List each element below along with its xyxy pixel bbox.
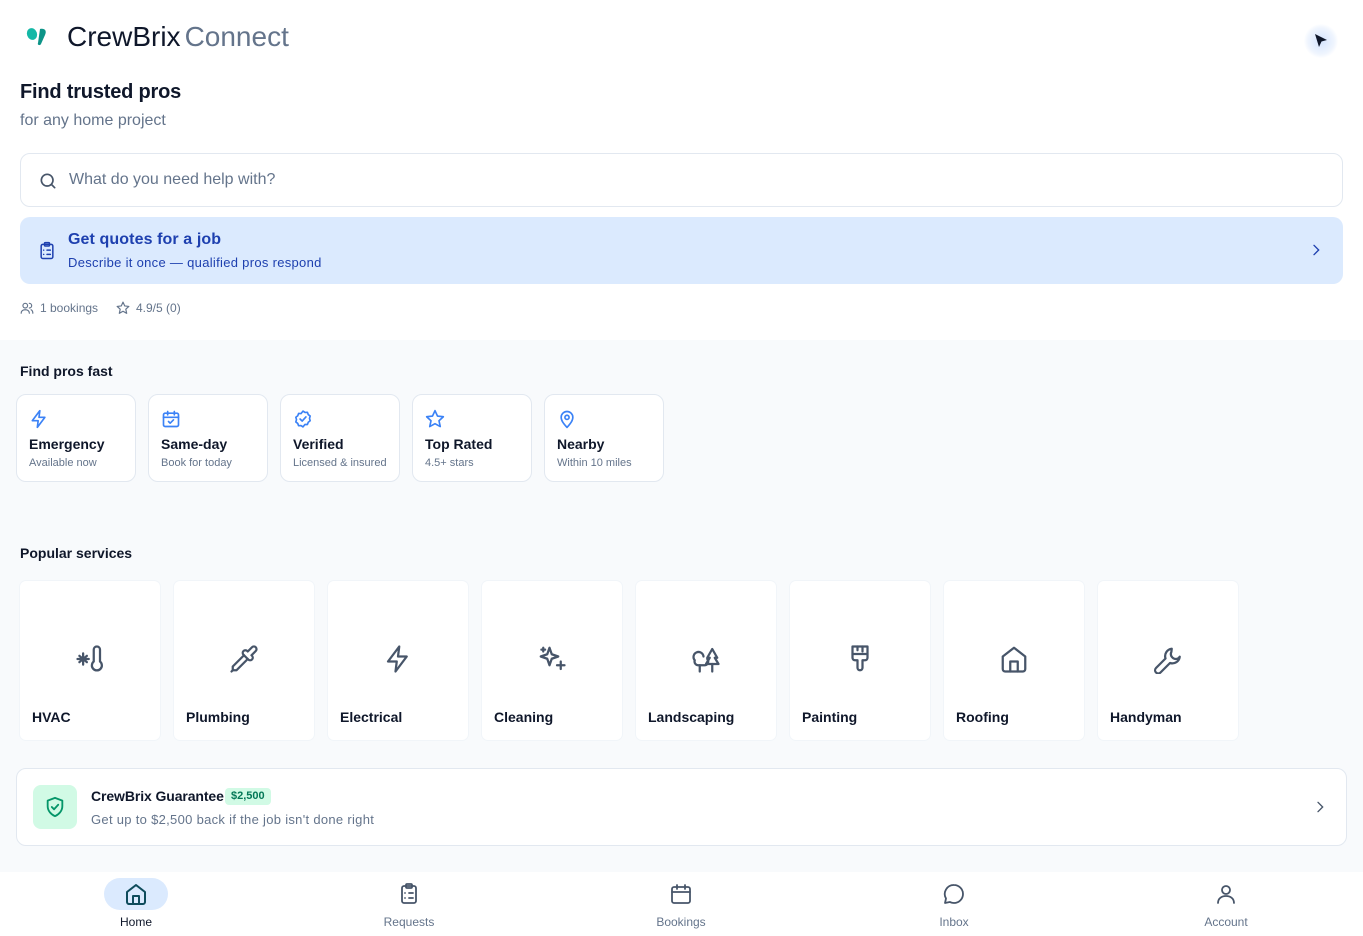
chat-bubble-icon [943,884,964,904]
popular-services-title: Popular services [20,545,133,561]
service-card-plumbing[interactable]: Plumbing [174,581,314,740]
brand-sub: Connect [184,21,289,52]
chevron-right-icon [1317,801,1324,813]
quick-filter-title: Emergency [29,436,105,452]
service-card-cleaning[interactable]: Cleaning [482,581,622,740]
service-card-electrical[interactable]: Electrical [328,581,468,740]
app-header: CrewBrix Connect [0,0,1363,76]
quick-filter-title: Nearby [557,436,605,452]
chevron-right-icon [1313,244,1320,256]
sparkles-icon [539,646,566,671]
quick-filter-subtitle: Book for today [161,457,232,469]
quick-filter-subtitle: Available now [29,457,97,469]
thermometer-snowflake-icon [76,645,103,672]
house-icon [1001,646,1027,673]
brand-title[interactable]: CrewBrix Connect [67,20,289,54]
clipboard-list-icon [40,241,54,260]
service-label: Handyman [1110,709,1182,725]
map-pin-icon [560,410,574,429]
home-icon [126,884,146,905]
bottom-navigation: Home Requests Bookings Inbox Account [0,872,1363,936]
quick-filter-same-day[interactable]: Same-day Book for today [148,394,268,482]
bookings-count: 1 bookings [40,301,99,315]
quick-filter-title: Same-day [161,436,228,452]
service-label: Cleaning [494,709,554,725]
shield-check-icon [46,796,64,818]
calendar-icon [671,884,691,904]
badge-check-icon [295,410,311,428]
service-card-painting[interactable]: Painting [790,581,930,740]
service-card-handyman[interactable]: Handyman [1098,581,1238,740]
nav-item-inbox[interactable]: Inbox [889,872,1019,936]
brand-name: CrewBrix [67,21,181,52]
quick-filter-nearby[interactable]: Nearby Within 10 miles [544,394,664,482]
nav-label: Inbox [939,915,969,929]
wrench-icon [1153,647,1181,674]
search-input[interactable] [69,154,1329,206]
rating-value: 4.9/5 (0) [136,301,181,315]
clipboard-icon [401,883,417,904]
service-label: Roofing [956,709,1009,725]
nav-item-bookings[interactable]: Bookings [616,872,746,936]
get-quotes-banner[interactable]: Get quotes for a job Describe it once — … [20,217,1343,284]
quote-banner-title: Get quotes for a job [68,231,222,248]
nav-item-account[interactable]: Account [1161,872,1291,936]
user-icon [1217,885,1235,904]
service-label: Landscaping [648,709,735,725]
pipette-icon [230,645,258,673]
search-bar[interactable] [20,153,1343,207]
quick-filter-subtitle: Licensed & insured [293,457,387,469]
page-title: Find trusted pros [20,81,182,103]
guarantee-amount-badge: $2,500 [225,788,271,805]
service-label: HVAC [32,709,71,725]
trees-icon [692,647,720,673]
nav-label: Account [1204,915,1248,929]
lightning-icon [386,645,408,673]
service-card-roofing[interactable]: Roofing [944,581,1084,740]
nav-label: Requests [383,915,435,929]
quick-filter-top-rated[interactable]: Top Rated 4.5+ stars [412,394,532,482]
quick-filter-title: Top Rated [425,436,493,452]
users-icon [20,302,34,314]
quick-filter-emergency[interactable]: Emergency Available now [16,394,136,482]
calendar-check-icon [162,410,180,428]
find-pros-fast-title: Find pros fast [20,363,113,379]
quick-filter-subtitle: Within 10 miles [557,457,632,469]
search-icon [40,173,56,189]
service-label: Plumbing [186,709,250,725]
star-icon [425,409,445,428]
quick-filter-verified[interactable]: Verified Licensed & insured [280,394,400,482]
nav-item-home[interactable]: Home [71,872,201,936]
paintbrush-icon [851,645,869,672]
service-card-landscaping[interactable]: Landscaping [636,581,776,740]
service-card-hvac[interactable]: HVAC [20,581,160,740]
quick-filter-title: Verified [293,436,344,452]
quick-filter-subtitle: 4.5+ stars [425,457,474,469]
brand-logo-icon[interactable] [25,26,49,48]
cursor-indicator [1304,24,1338,58]
nav-item-requests[interactable]: Requests [344,872,474,936]
page-subtitle: for any home project [20,112,166,129]
cursor-icon [1315,34,1327,47]
quote-banner-description: Describe it once — qualified pros respon… [68,255,322,270]
lightning-icon [31,409,46,429]
service-label: Painting [802,709,858,725]
nav-label: Bookings [656,915,706,929]
service-label: Electrical [340,709,403,725]
guarantee-card[interactable]: CrewBrix Guarantee $2,500 Get up to $2,5… [16,768,1347,846]
nav-label: Home [119,915,152,929]
guarantee-icon-box [33,785,77,829]
guarantee-description: Get up to $2,500 back if the job isn't d… [91,812,375,827]
guarantee-title: CrewBrix Guarantee [91,788,224,804]
star-icon [116,301,130,314]
